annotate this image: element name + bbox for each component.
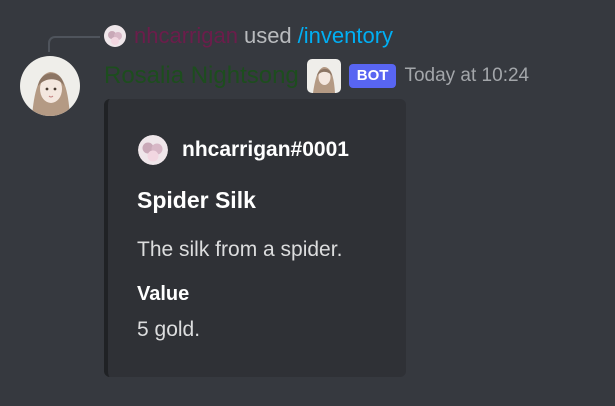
embed-title: Spider Silk bbox=[137, 187, 256, 213]
reply-spine bbox=[48, 36, 100, 52]
bot-badge: BOT bbox=[348, 64, 397, 88]
command-link[interactable]: /inventory bbox=[298, 23, 393, 49]
command-reference: nhcarrigan used /inventory bbox=[104, 22, 393, 50]
embed-description: The silk from a spider. bbox=[137, 238, 343, 261]
message-timestamp[interactable]: Today at 10:24 bbox=[404, 65, 529, 87]
reference-username[interactable]: nhcarrigan bbox=[134, 23, 238, 49]
message-header: Rosalia Nightsong BOT Today at 10:24 bbox=[104, 59, 529, 93]
author-name[interactable]: Rosalia Nightsong bbox=[104, 62, 299, 90]
embed-author-avatar-icon bbox=[138, 135, 168, 165]
embed-field-value: 5 gold. bbox=[137, 318, 201, 341]
reference-avatar-icon[interactable] bbox=[104, 25, 126, 47]
embed-field-name: Value bbox=[137, 283, 190, 305]
author-role-icon bbox=[306, 59, 341, 93]
message-container: nhcarrigan used /inventory Rosalia Night… bbox=[0, 0, 615, 406]
embed-author: nhcarrigan#0001 bbox=[138, 135, 349, 165]
embed-card: nhcarrigan#0001 Spider Silk The silk fro… bbox=[104, 99, 406, 377]
embed-author-name: nhcarrigan#0001 bbox=[182, 138, 349, 161]
reference-used-text: used bbox=[243, 23, 292, 48]
bot-avatar-icon[interactable] bbox=[20, 56, 80, 116]
